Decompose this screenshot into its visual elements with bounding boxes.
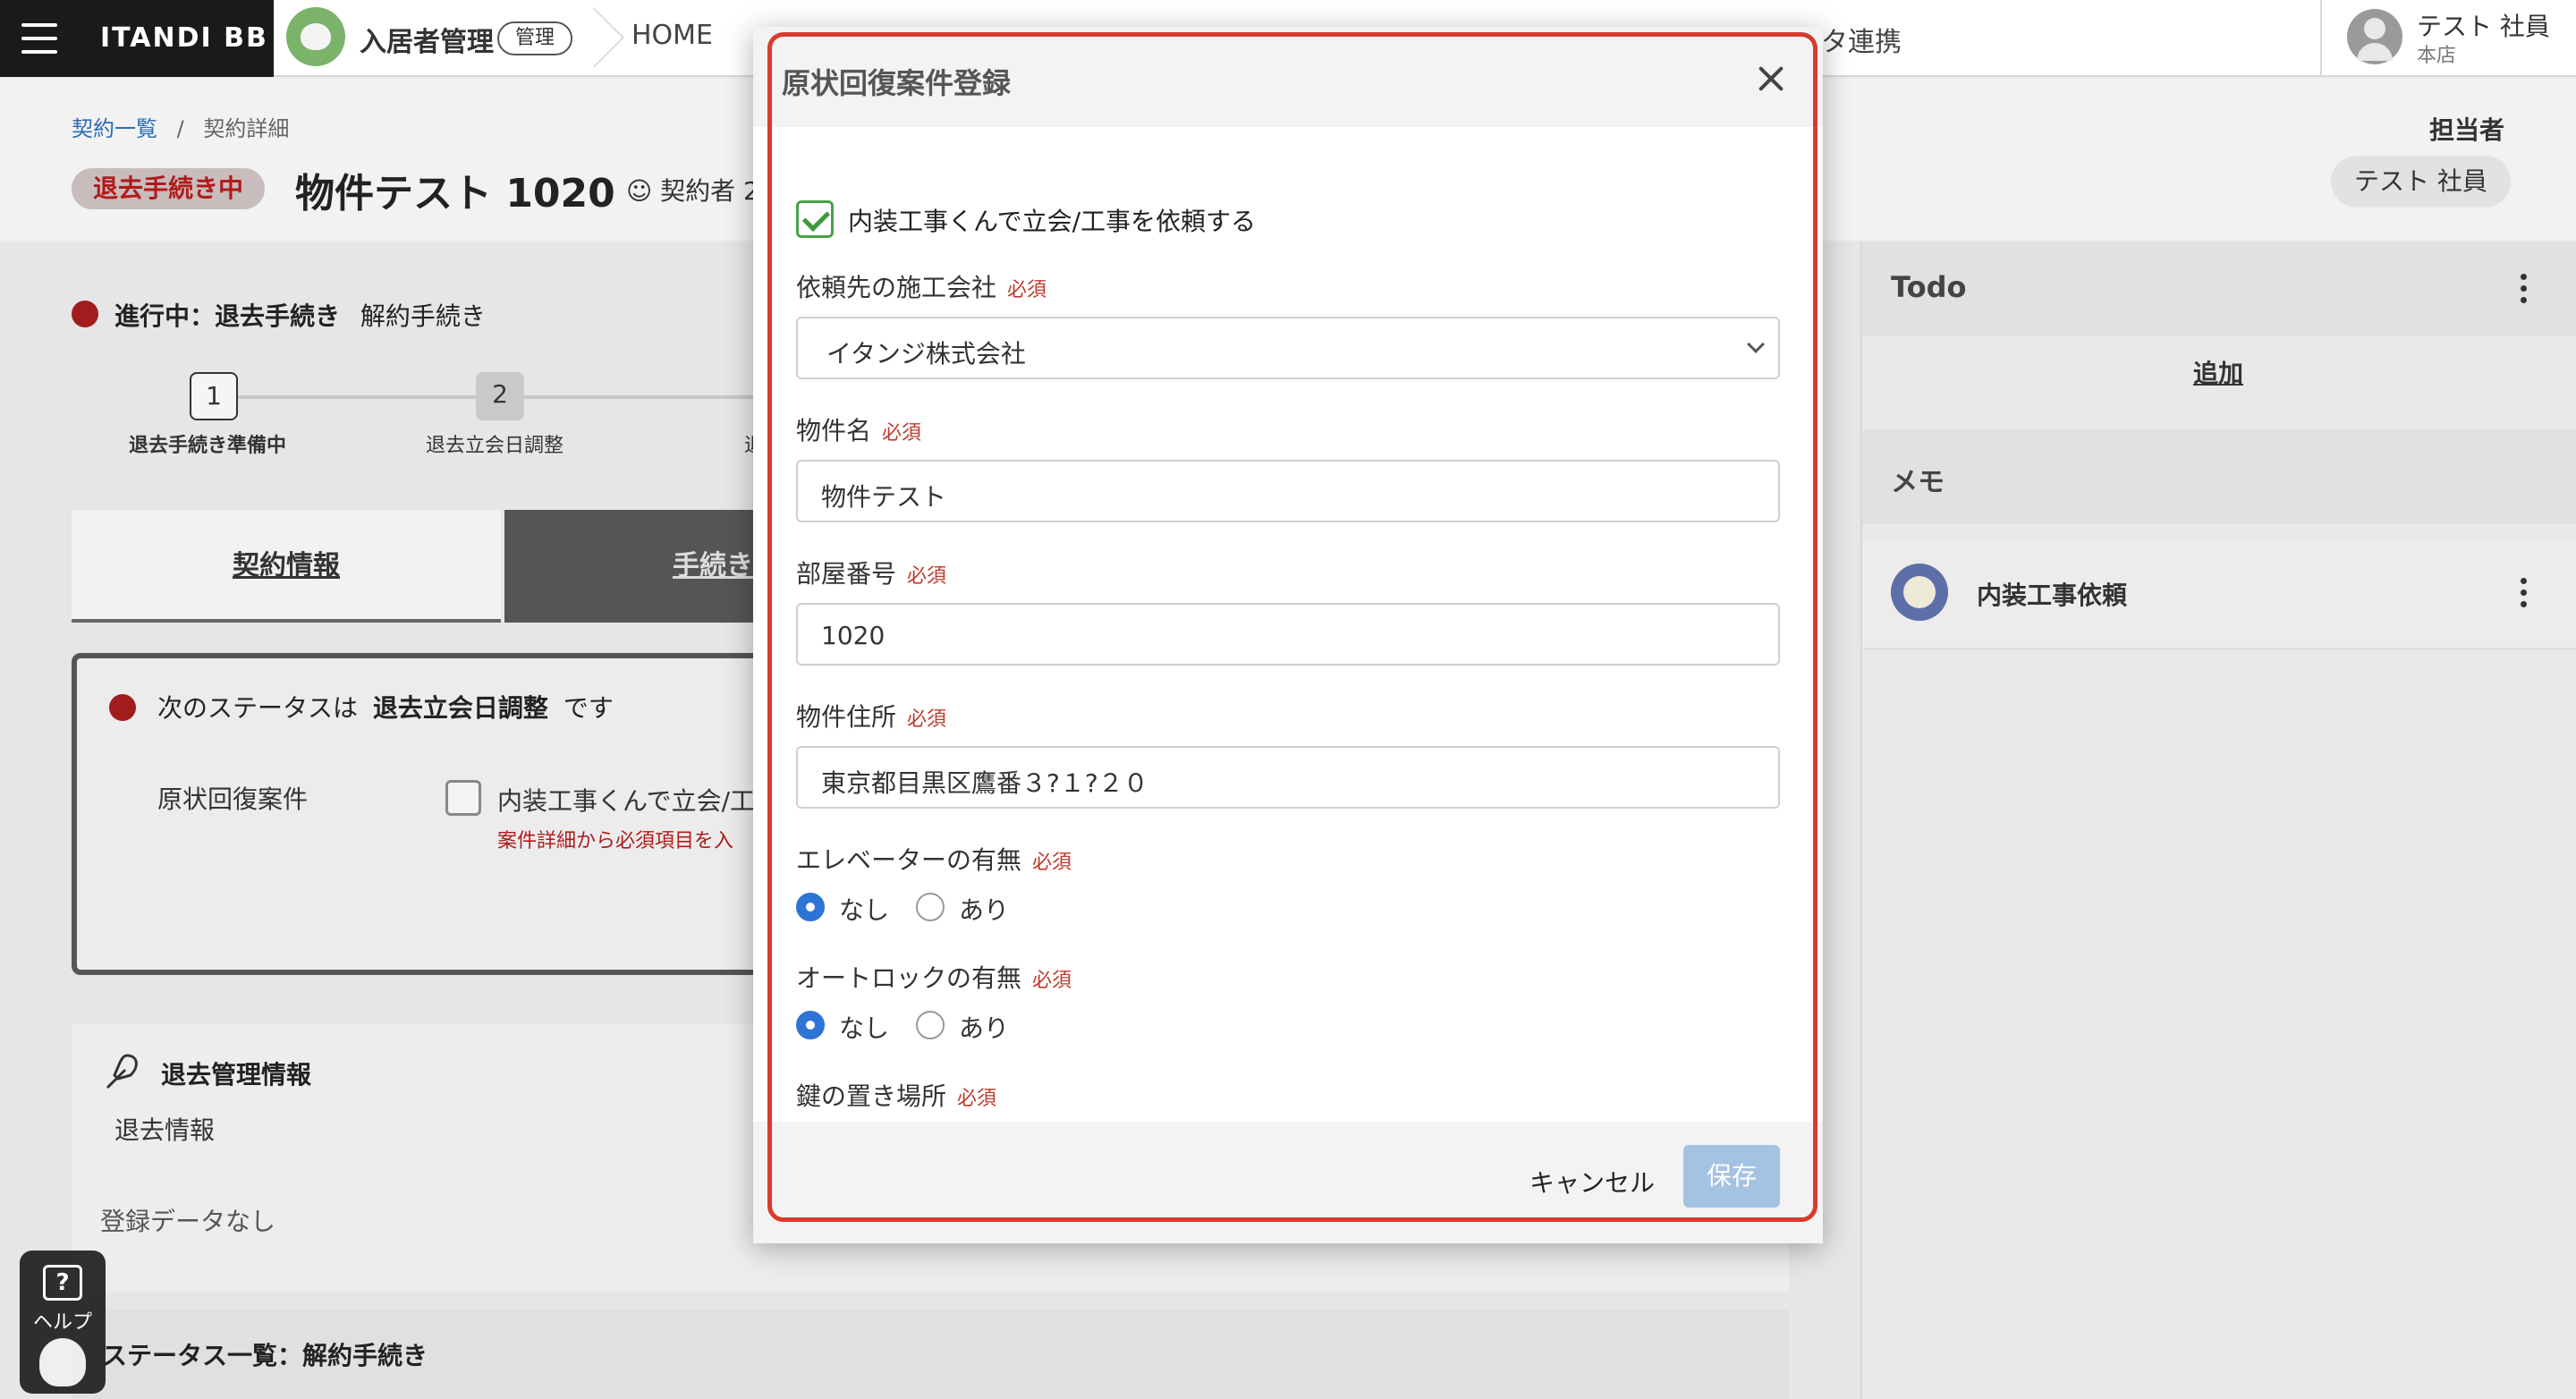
elevator-none-label: なし (839, 895, 890, 925)
autolock-yes-label: あり (959, 1013, 1010, 1043)
chevron-down-icon (1747, 335, 1765, 353)
property-name-value: 物件テスト (821, 482, 947, 512)
elevator-label-text: エレベーターの有無 (796, 845, 1022, 875)
address-value: 東京都目黒区鷹番３?１?２０ (821, 768, 1148, 798)
company-label-text: 依頼先の施工会社 (796, 273, 997, 302)
room-label-text: 部屋番号 (796, 559, 897, 589)
required-tag: 必須 (957, 1088, 997, 1110)
key-location-field-label: 鍵の置き場所 必須 (796, 1077, 996, 1113)
company-select-value: イタンジ株式会社 (826, 339, 1026, 369)
autolock-field-label: オートロックの有無 必須 (796, 959, 1072, 995)
modal-body: 内装工事くんで立会/工事を依頼する 依頼先の施工会社 必須 イタンジ株式会社 物件… (753, 127, 1823, 1122)
autolock-none-radio[interactable] (796, 1011, 825, 1039)
required-tag: 必須 (882, 422, 922, 445)
required-tag: 必須 (907, 565, 947, 588)
modal-header: 原状回復案件登録 (753, 27, 1823, 127)
address-field-label: 物件住所 必須 (796, 698, 946, 733)
company-field-label: 依頼先の施工会社 必須 (796, 268, 1046, 304)
request-inspection-checkbox[interactable] (796, 200, 834, 238)
required-tag: 必須 (1032, 852, 1072, 874)
key-label-text: 鍵の置き場所 (796, 1081, 947, 1111)
close-icon[interactable] (1753, 61, 1789, 97)
company-select[interactable]: イタンジ株式会社 (796, 317, 1780, 379)
save-button[interactable]: 保存 (1683, 1145, 1780, 1208)
modal-footer: キャンセル 保存 (753, 1122, 1823, 1243)
required-tag: 必須 (1007, 279, 1047, 301)
elevator-yes-radio[interactable] (916, 893, 945, 921)
autolock-none-label: なし (839, 1013, 890, 1043)
property-label-text: 物件名 (796, 416, 872, 445)
autolock-label-text: オートロックの有無 (796, 963, 1022, 993)
elevator-yes-label: あり (959, 895, 1010, 925)
required-tag: 必須 (1032, 970, 1072, 992)
room-field-label: 部屋番号 必須 (796, 555, 946, 590)
modal-title: 原状回復案件登録 (782, 66, 1012, 100)
cancel-button[interactable]: キャンセル (1521, 1152, 1664, 1215)
elevator-field-label: エレベーターの有無 必須 (796, 841, 1072, 877)
room-number-value: 1020 (821, 621, 886, 650)
required-tag: 必須 (907, 708, 947, 731)
restoration-registration-modal: 原状回復案件登録 内装工事くんで立会/工事を依頼する 依頼先の施工会社 必須 イタ… (753, 27, 1823, 1243)
address-label-text: 物件住所 (796, 702, 897, 732)
room-number-input[interactable]: 1020 (796, 603, 1780, 666)
property-name-input[interactable]: 物件テスト (796, 460, 1780, 522)
address-input[interactable]: 東京都目黒区鷹番３?１?２０ (796, 746, 1780, 809)
property-field-label: 物件名 必須 (796, 411, 921, 447)
elevator-none-radio[interactable] (796, 893, 825, 921)
request-inspection-label: 内装工事くんで立会/工事を依頼する (848, 207, 1257, 236)
autolock-yes-radio[interactable] (916, 1011, 945, 1039)
